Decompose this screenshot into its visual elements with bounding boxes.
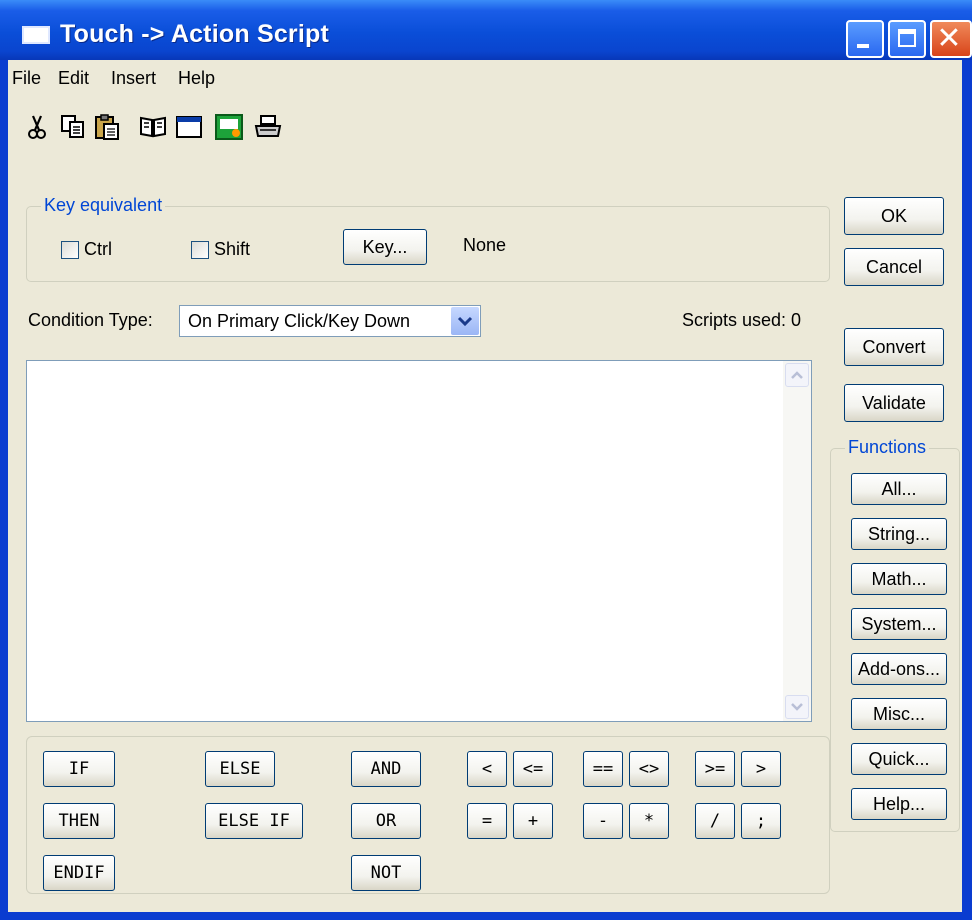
validate-button[interactable]: Validate xyxy=(844,384,944,422)
functions-group: Functions All... String... Math... Syste… xyxy=(830,437,960,832)
editor-scrollbar[interactable] xyxy=(783,361,811,721)
menu-file[interactable]: File xyxy=(12,68,41,89)
ok-button[interactable]: OK xyxy=(844,197,944,235)
functions-addons-button[interactable]: Add-ons... xyxy=(851,653,947,685)
ctrl-checkbox[interactable]: Ctrl xyxy=(61,239,112,260)
ctrl-checkbox-box[interactable] xyxy=(61,240,79,259)
else-button[interactable]: ELSE xyxy=(205,751,275,787)
divide-button[interactable]: / xyxy=(695,803,735,839)
dialog-window: Touch -> Action Script ✕ File Edit Inser… xyxy=(0,0,972,920)
minus-button[interactable]: - xyxy=(583,803,623,839)
close-icon: ✕ xyxy=(936,21,962,56)
not-button[interactable]: NOT xyxy=(351,855,421,891)
functions-legend: Functions xyxy=(845,437,930,458)
not-equal-button[interactable]: <> xyxy=(629,751,669,787)
minimize-button[interactable] xyxy=(846,20,884,58)
key-equivalent-group: Key equivalent Ctrl Shift Key... None xyxy=(26,195,830,282)
equal-equal-button[interactable]: == xyxy=(583,751,623,787)
greater-equal-button[interactable]: >= xyxy=(695,751,735,787)
convert-button[interactable]: Convert xyxy=(844,328,944,366)
window-icon-tool[interactable] xyxy=(174,112,204,142)
assign-button[interactable]: = xyxy=(467,803,507,839)
close-button[interactable]: ✕ xyxy=(930,20,972,58)
condition-type-label: Condition Type: xyxy=(28,310,153,330)
window-title: Touch -> Action Script xyxy=(60,20,329,48)
key-value: None xyxy=(463,235,507,255)
else-if-button[interactable]: ELSE IF xyxy=(205,803,303,839)
scripts-used-label: Scripts used: 0 xyxy=(682,310,802,330)
window-icon xyxy=(22,26,50,44)
scroll-down-icon[interactable] xyxy=(785,695,809,719)
shift-checkbox-label: Shift xyxy=(214,239,251,259)
key-equivalent-legend: Key equivalent xyxy=(41,195,166,216)
if-button[interactable]: IF xyxy=(43,751,115,787)
title-bar[interactable]: Touch -> Action Script ✕ xyxy=(0,0,972,60)
operators-group: IF THEN ENDIF ELSE ELSE IF AND OR NOT < … xyxy=(26,736,830,894)
condition-type-select[interactable]: On Primary Click/Key Down xyxy=(179,305,481,337)
copy-icon[interactable] xyxy=(58,112,88,142)
minimize-icon xyxy=(857,44,869,48)
chevron-down-icon[interactable] xyxy=(451,307,479,335)
plus-button[interactable]: + xyxy=(513,803,553,839)
shift-checkbox-box[interactable] xyxy=(191,240,209,259)
book-icon[interactable] xyxy=(138,112,168,142)
less-equal-button[interactable]: <= xyxy=(513,751,553,787)
print-icon[interactable] xyxy=(253,112,283,142)
menu-edit[interactable]: Edit xyxy=(58,68,89,89)
paste-icon[interactable] xyxy=(92,112,122,142)
scroll-up-icon[interactable] xyxy=(785,363,809,387)
condition-type-value: On Primary Click/Key Down xyxy=(188,311,411,331)
script-editor[interactable] xyxy=(26,360,812,722)
functions-all-button[interactable]: All... xyxy=(851,473,947,505)
then-button[interactable]: THEN xyxy=(43,803,115,839)
functions-help-button[interactable]: Help... xyxy=(851,788,947,820)
maximize-icon xyxy=(898,29,916,47)
dialog-client: File Edit Insert Help Key equivalent Ctr… xyxy=(8,60,962,912)
functions-system-button[interactable]: System... xyxy=(851,608,947,640)
ctrl-checkbox-label: Ctrl xyxy=(84,239,112,259)
less-than-button[interactable]: < xyxy=(467,751,507,787)
functions-misc-button[interactable]: Misc... xyxy=(851,698,947,730)
cut-icon[interactable] xyxy=(22,112,52,142)
and-button[interactable]: AND xyxy=(351,751,421,787)
cancel-button[interactable]: Cancel xyxy=(844,248,944,286)
functions-math-button[interactable]: Math... xyxy=(851,563,947,595)
or-button[interactable]: OR xyxy=(351,803,421,839)
endif-button[interactable]: ENDIF xyxy=(43,855,115,891)
functions-quick-button[interactable]: Quick... xyxy=(851,743,947,775)
greater-than-button[interactable]: > xyxy=(741,751,781,787)
multiply-button[interactable]: * xyxy=(629,803,669,839)
key-button[interactable]: Key... xyxy=(343,229,427,265)
menu-help[interactable]: Help xyxy=(178,68,215,89)
functions-string-button[interactable]: String... xyxy=(851,518,947,550)
menu-bar: File Edit Insert Help xyxy=(8,60,962,98)
menu-insert[interactable]: Insert xyxy=(111,68,156,89)
shift-checkbox[interactable]: Shift xyxy=(191,239,250,260)
semicolon-button[interactable]: ; xyxy=(741,803,781,839)
maximize-button[interactable] xyxy=(888,20,926,58)
toolbar xyxy=(8,112,408,152)
dde-icon[interactable] xyxy=(214,112,244,142)
